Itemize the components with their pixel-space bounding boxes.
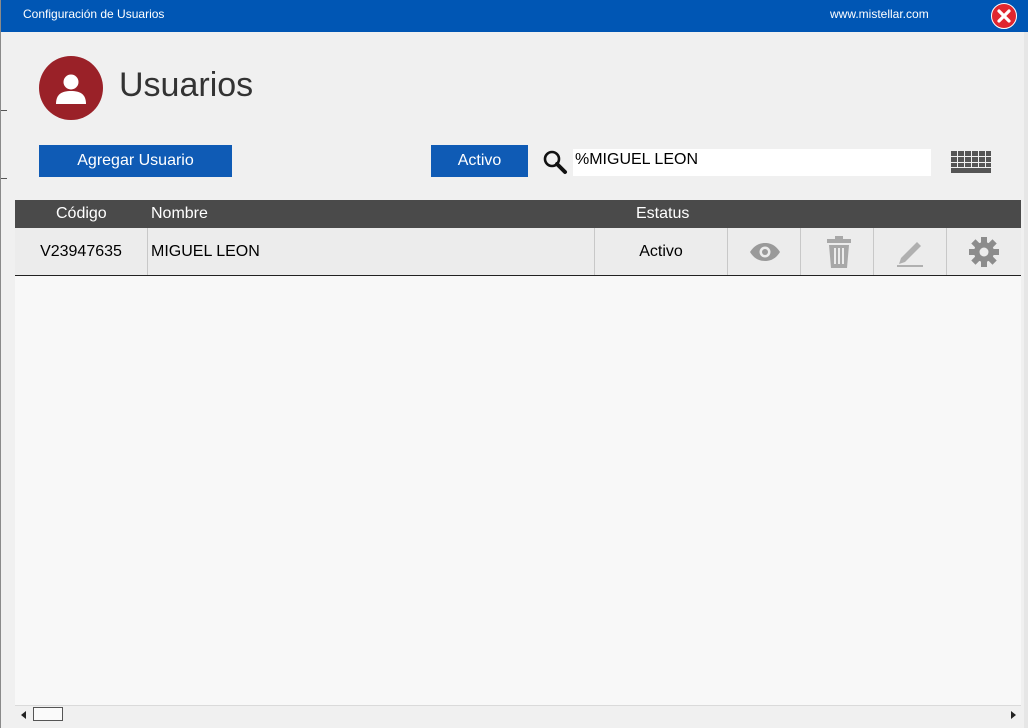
search-icon[interactable] [542,149,568,175]
page-title: Usuarios [119,66,254,104]
window-url: www.mistellar.com [830,7,929,21]
close-button[interactable] [991,3,1017,29]
arrow-left-icon [20,710,26,719]
status-filter-button[interactable]: Activo [431,145,528,177]
column-header-nombre[interactable]: Nombre [151,205,208,223]
table-row[interactable]: V23947635 MIGUEL LEON Activo [15,228,1021,276]
pencil-icon [897,242,923,267]
add-user-button[interactable]: Agregar Usuario [39,145,232,177]
column-divider [800,228,801,275]
eye-icon [750,243,780,261]
cell-codigo: V23947635 [40,242,122,260]
scroll-right-button[interactable] [1004,706,1021,723]
scroll-left-button[interactable] [15,706,32,723]
scrollbar-thumb[interactable] [33,707,63,721]
users-config-window: Configuración de Usuarios www.mistellar.… [0,0,1028,728]
view-button[interactable] [747,234,783,270]
trash-icon [827,236,851,268]
settings-button[interactable] [966,234,1002,270]
cell-nombre: MIGUEL LEON [151,242,260,260]
column-divider [946,228,947,275]
keyboard-icon[interactable] [951,151,991,173]
table-header: Código Nombre Estatus [15,200,1021,228]
title-bar: Configuración de Usuarios www.mistellar.… [1,0,1028,32]
column-divider [147,228,148,275]
delete-button[interactable] [821,234,857,270]
cell-estatus: Activo [639,242,683,260]
arrow-right-icon [1010,710,1016,719]
close-icon [997,9,1011,23]
window-title: Configuración de Usuarios [23,7,165,21]
gear-icon [969,237,999,267]
column-header-estatus[interactable]: Estatus [636,205,689,223]
avatar [39,56,103,120]
horizontal-scrollbar[interactable] [15,705,1021,723]
user-icon [56,74,86,104]
edit-button[interactable] [892,234,928,270]
search-input-value: %MIGUEL LEON [575,151,698,168]
column-header-codigo[interactable]: Código [56,205,107,223]
search-input[interactable]: %MIGUEL LEON [573,149,931,176]
users-table: Código Nombre Estatus V23947635 MIGUEL L… [15,200,1021,705]
column-divider [873,228,874,275]
column-divider [727,228,728,275]
